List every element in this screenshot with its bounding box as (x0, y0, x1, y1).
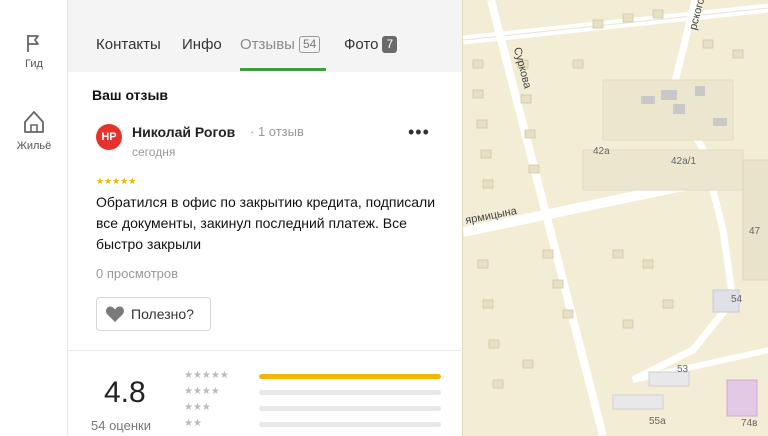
rating-row-track (259, 390, 441, 395)
rating-value: 4.8 (104, 376, 146, 409)
more-options-button[interactable]: ••• (408, 123, 430, 141)
rating-row-stars: ★★★★★ (184, 370, 229, 381)
rating-row-stars: ★★ (184, 418, 202, 429)
review-author-meta: · 1 отзыв (250, 124, 304, 139)
useful-label: Полезно? (131, 306, 194, 322)
active-tab-indicator (240, 68, 326, 71)
map-building-label: 42а/1 (671, 156, 697, 167)
left-rail: Гид Жильё (0, 0, 68, 436)
review-views: 0 просмотров (96, 266, 179, 281)
review-text: Обратился в офис по закрытию кредита, по… (96, 194, 436, 252)
rail-item-housing[interactable]: Жильё (0, 108, 68, 152)
tab-photos[interactable]: Фото 7 (344, 36, 398, 53)
housing-icon (24, 111, 44, 133)
rating-row-stars: ★★★★ (184, 386, 220, 397)
useful-button[interactable]: Полезно? (96, 297, 211, 331)
divider (68, 350, 462, 351)
avatar[interactable]: НР (96, 124, 122, 150)
tab-reviews-count: 54 (298, 36, 321, 53)
rating-row-stars: ★★★ (184, 402, 211, 413)
place-panel: Контакты Инфо Отзывы 54 Фото 7 Ваш отзыв… (68, 0, 462, 436)
rating-row-2: ★★ (184, 418, 444, 432)
rating-row-track (259, 374, 441, 379)
map-building-label: 47 (749, 226, 761, 237)
rating-row-track (259, 406, 441, 411)
map-view[interactable]: Суркова ярмицына рского 42а 42а/1 47 54 … (462, 0, 768, 436)
map-building-label: 54 (731, 294, 743, 305)
rating-row-track (259, 422, 441, 427)
rail-housing-label: Жильё (16, 140, 52, 152)
rating-count: 54 оценки (91, 418, 151, 433)
rating-row-4: ★★★★ (184, 386, 444, 400)
rating-row-fill (259, 374, 441, 379)
review-date: сегодня (132, 145, 176, 159)
map-building-label: 42а (593, 146, 610, 157)
tab-photos-count: 7 (382, 36, 398, 53)
heart-icon (106, 306, 124, 322)
map-building-label: 53 (677, 364, 689, 375)
tab-contacts-label: Контакты (96, 36, 161, 53)
tab-reviews-label: Отзывы (240, 36, 295, 53)
tab-reviews[interactable]: Отзывы 54 (240, 36, 321, 53)
rating-row-5: ★★★★★ (184, 370, 444, 384)
review-stars: ★★★★★ (96, 176, 137, 186)
tab-photos-label: Фото (344, 36, 379, 53)
tab-info-label: Инфо (182, 36, 222, 53)
rating-row-3: ★★★ (184, 402, 444, 416)
map-building-label: 55а (649, 416, 666, 427)
review-author[interactable]: Николай Рогов (132, 124, 235, 140)
rail-item-guide[interactable]: Гид (0, 32, 68, 70)
tabs-bar: Контакты Инфо Отзывы 54 Фото 7 (68, 0, 462, 72)
flag-icon (27, 35, 39, 52)
tab-info[interactable]: Инфо (182, 36, 222, 53)
rail-guide-label: Гид (25, 58, 43, 70)
section-title: Ваш отзыв (92, 87, 169, 103)
map-building-label: 74в (741, 418, 758, 429)
tab-contacts[interactable]: Контакты (96, 36, 161, 53)
